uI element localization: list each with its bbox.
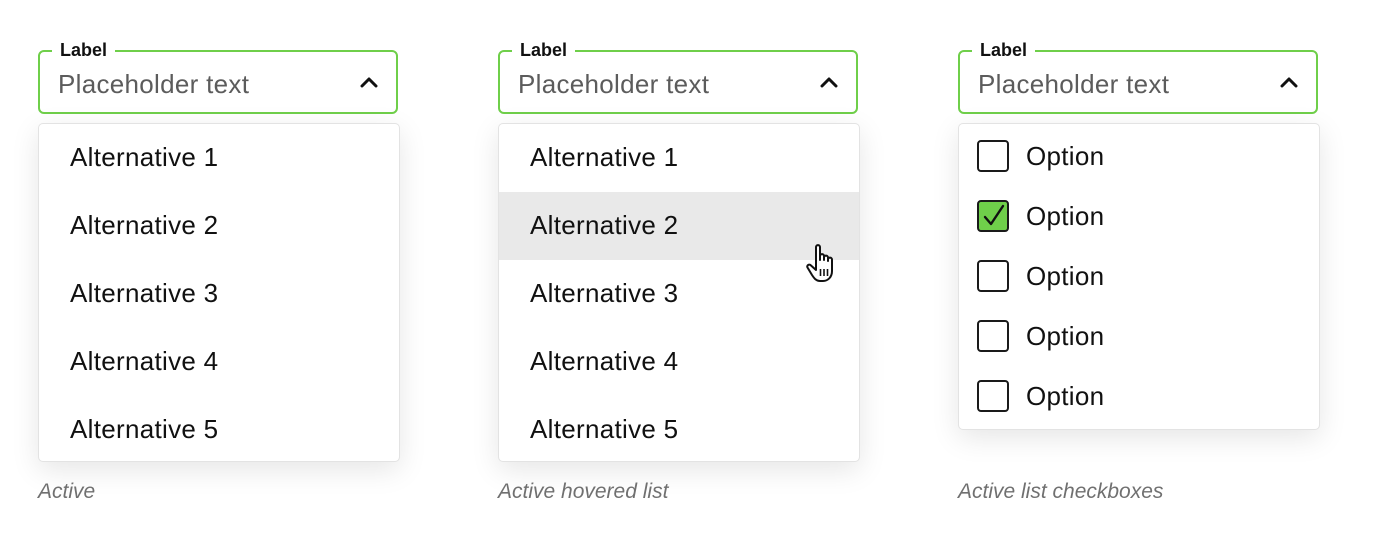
list-item-label: Alternative 3	[530, 278, 679, 308]
checkbox-label: Option	[1026, 381, 1105, 411]
select-field[interactable]: Label Placeholder text	[498, 40, 858, 114]
list-item[interactable]: Alternative 5	[39, 396, 399, 461]
hand-pointer-icon	[805, 243, 841, 285]
checkbox-option[interactable]: Option	[959, 304, 1319, 364]
list-item[interactable]: Alternative 1	[499, 124, 859, 192]
select-field[interactable]: Label Placeholder text	[958, 40, 1318, 114]
checkbox-label: Option	[1026, 261, 1105, 291]
dropdown-hovered-example: Label Placeholder text Alternative 1 Alt…	[498, 0, 862, 556]
list-item[interactable]: Alternative 4	[39, 328, 399, 396]
checkbox-option[interactable]: Option	[959, 244, 1319, 304]
placeholder-text: Placeholder text	[58, 69, 250, 99]
list-item[interactable]: Alternative 2	[39, 192, 399, 260]
list-item[interactable]: Alternative 1	[39, 124, 399, 192]
field-label: Label	[972, 40, 1036, 60]
chevron-up-icon[interactable]	[820, 76, 838, 88]
checkbox-label: Option	[1026, 201, 1105, 231]
checkbox-option[interactable]: Option	[959, 124, 1319, 184]
caption: Active	[38, 480, 96, 503]
select-field[interactable]: Label Placeholder text	[38, 40, 398, 114]
checkbox-option-checked[interactable]: Option	[959, 184, 1319, 244]
chevron-up-icon[interactable]	[1280, 76, 1298, 88]
list-item[interactable]: Alternative 4	[499, 328, 859, 396]
placeholder-text: Placeholder text	[978, 69, 1170, 99]
checkbox[interactable]	[977, 140, 1009, 172]
checkmark-icon	[983, 204, 1005, 226]
checkbox-option[interactable]: Option	[959, 364, 1319, 424]
list-item-label: Alternative 3	[70, 278, 219, 308]
checkbox[interactable]	[977, 260, 1009, 292]
dropdown-list: Alternative 1 Alternative 2 Alternative …	[38, 123, 400, 462]
chevron-up-icon[interactable]	[360, 76, 378, 88]
checkbox[interactable]	[977, 380, 1009, 412]
list-item-label: Alternative 4	[70, 346, 219, 376]
list-item[interactable]: Alternative 5	[499, 396, 859, 461]
checkbox[interactable]	[977, 320, 1009, 352]
caption: Active list checkboxes	[958, 480, 1164, 503]
list-item-label: Alternative 4	[530, 346, 679, 376]
list-item-label: Alternative 2	[530, 210, 679, 240]
dropdown-active-example: Label Placeholder text Alternative 1 Alt…	[38, 0, 402, 556]
list-item-label: Alternative 1	[70, 142, 219, 172]
checkbox-label: Option	[1026, 321, 1105, 351]
checkbox-label: Option	[1026, 141, 1105, 171]
list-item-label: Alternative 5	[70, 414, 219, 444]
field-label: Label	[52, 40, 116, 60]
list-item-label: Alternative 2	[70, 210, 219, 240]
list-item[interactable]: Alternative 3	[39, 260, 399, 328]
dropdown-checkbox-example: Label Placeholder text Option Option Opt…	[958, 0, 1322, 556]
placeholder-text: Placeholder text	[518, 69, 710, 99]
caption: Active hovered list	[498, 480, 669, 503]
list-item-label: Alternative 5	[530, 414, 679, 444]
field-label: Label	[512, 40, 576, 60]
dropdown-checkbox-list: Option Option Option Option Option	[958, 123, 1320, 430]
dropdown-list: Alternative 1 Alternative 2 Alternative …	[498, 123, 860, 462]
checkbox-checked[interactable]	[977, 200, 1009, 232]
list-item-label: Alternative 1	[530, 142, 679, 172]
